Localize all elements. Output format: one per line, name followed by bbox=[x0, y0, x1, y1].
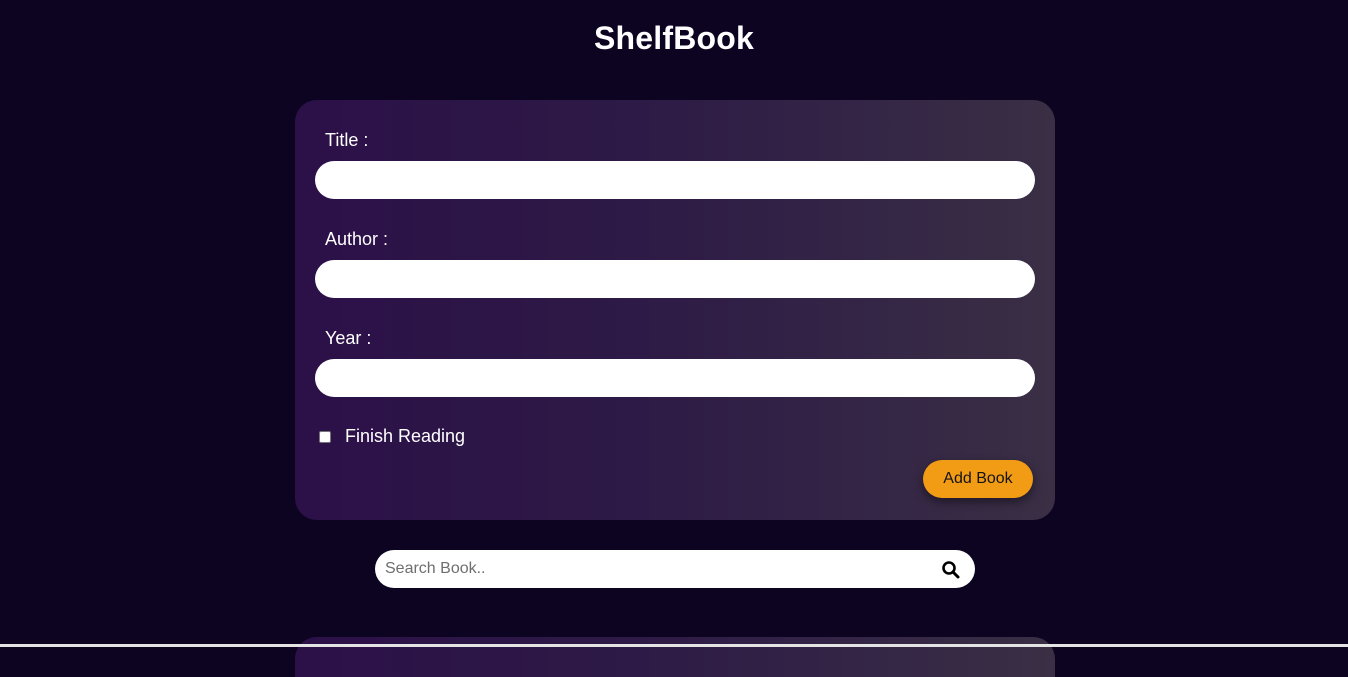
year-input[interactable] bbox=[315, 359, 1035, 397]
year-label: Year : bbox=[325, 328, 372, 348]
finish-reading-label: Finish Reading bbox=[345, 426, 466, 446]
author-label: Author : bbox=[325, 229, 389, 249]
author-input[interactable] bbox=[315, 260, 1035, 298]
book-list-card bbox=[295, 637, 1055, 677]
finish-reading-checkbox[interactable] bbox=[319, 430, 331, 443]
title-input[interactable] bbox=[315, 161, 1035, 199]
search-input[interactable] bbox=[375, 550, 925, 588]
search-bar bbox=[375, 550, 975, 588]
add-book-form: Title : Author : Year : Finish Reading A… bbox=[295, 100, 1055, 520]
search-icon[interactable] bbox=[941, 560, 961, 580]
app-title: ShelfBook bbox=[593, 20, 755, 56]
add-book-button[interactable]: Add Book bbox=[923, 460, 1033, 498]
title-label: Title : bbox=[325, 130, 369, 150]
finish-reading-row[interactable]: Finish Reading bbox=[319, 426, 465, 447]
